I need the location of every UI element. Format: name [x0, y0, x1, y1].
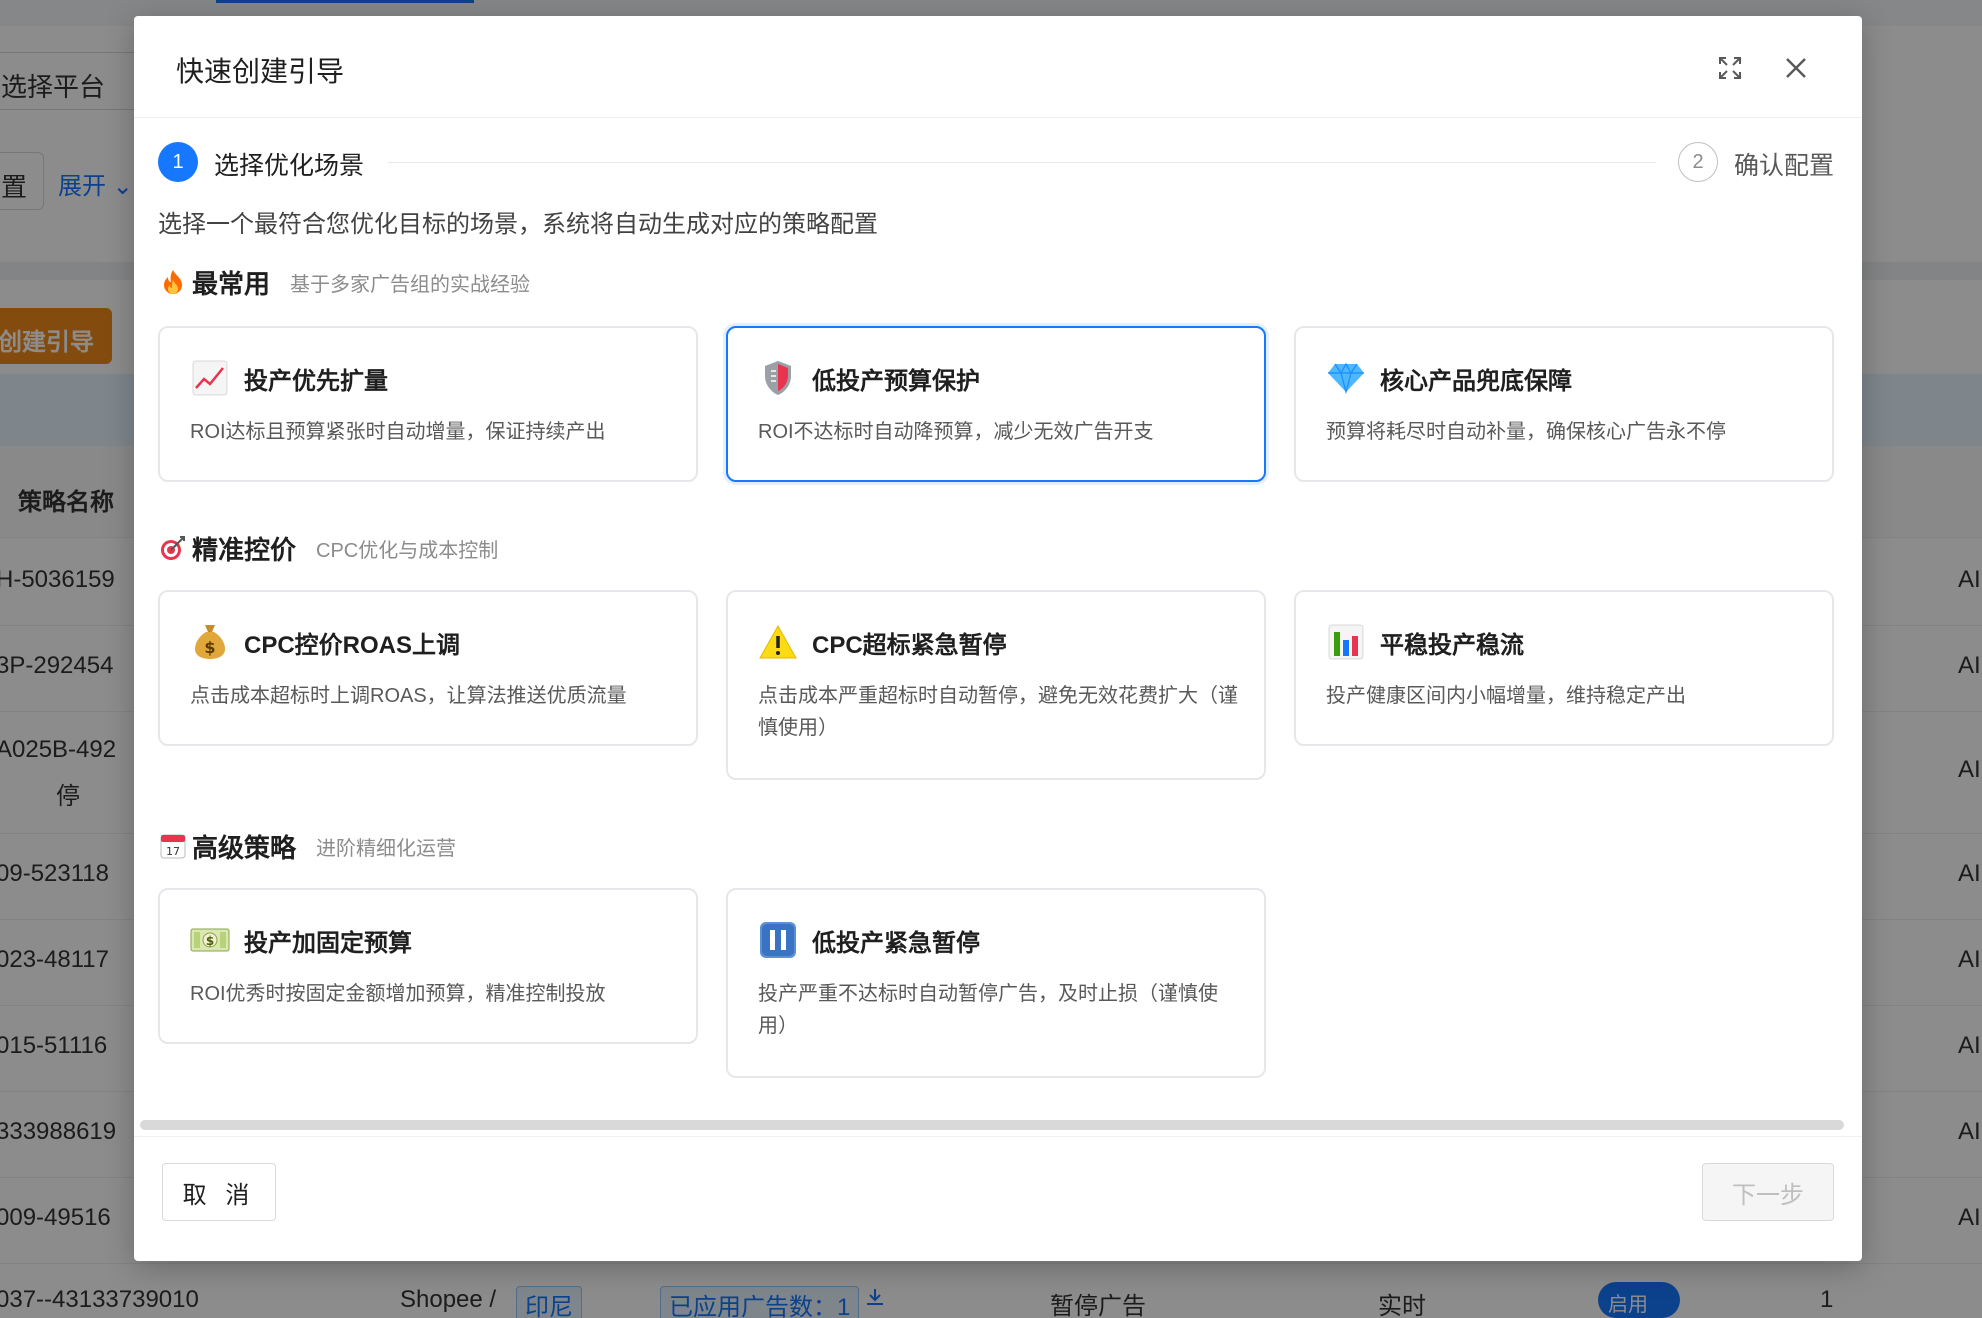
step-connector: [388, 162, 1656, 163]
diamond-icon: [1326, 358, 1366, 398]
section-header-precise-cpc: 精准控价 CPC优化与成本控制: [158, 530, 498, 566]
card-description: ROI不达标时自动降预算，减少无效广告开支: [758, 421, 1154, 443]
card-title: 投产优先扩量: [244, 367, 388, 395]
step-2-circle: 2: [1678, 142, 1718, 182]
scenario-card-stable-roi-flow[interactable]: 平稳投产稳流 投产健康区间内小幅增量，维持稳定产出: [1294, 590, 1834, 746]
section-subtitle: CPC优化与成本控制: [316, 539, 499, 562]
target-icon: [158, 533, 188, 563]
modal-header: 快速创建引导: [134, 16, 1862, 118]
card-title: CPC超标紧急暂停: [812, 631, 1007, 659]
fullscreen-icon[interactable]: [1708, 46, 1752, 90]
card-head: 低投产紧急暂停: [758, 918, 1264, 962]
card-title: 投产加固定预算: [244, 929, 412, 957]
section-title: 高级策略: [192, 832, 297, 863]
svg-text:$: $: [204, 638, 215, 657]
scenario-card-core-product-guarantee[interactable]: 核心产品兜底保障 预算将耗尽时自动补量，确保核心广告永不停: [1294, 326, 1834, 482]
scenario-card-cpc-emergency-pause[interactable]: CPC超标紧急暂停 点击成本严重超标时自动暂停，避免无效花费扩大（谨慎使用）: [726, 590, 1266, 780]
bar-chart-icon: [1326, 622, 1366, 662]
horizontal-scrollbar[interactable]: [140, 1120, 1844, 1130]
step-1-circle: 1: [158, 142, 198, 182]
card-title: 低投产预算保护: [812, 367, 980, 395]
card-head: 投产优先扩量: [190, 356, 696, 400]
section-header-advanced: 17 高级策略 进阶精细化运营: [158, 828, 456, 864]
dollar-bill-icon: $: [190, 920, 230, 960]
fire-icon: [158, 267, 188, 297]
card-head: $ 投产加固定预算: [190, 918, 696, 962]
card-description: 投产严重不达标时自动暂停广告，及时止损（谨慎使用）: [758, 983, 1218, 1037]
section-subtitle: 进阶精细化运营: [316, 837, 457, 860]
section-title: 最常用: [192, 268, 271, 299]
pause-icon: [758, 920, 798, 960]
money-bag-icon: $: [190, 622, 230, 662]
calendar-icon: 17: [158, 831, 188, 861]
section-header-common: 最常用 基于多家广告组的实战经验: [158, 264, 530, 300]
close-icon[interactable]: [1774, 46, 1818, 90]
card-title: 低投产紧急暂停: [812, 929, 980, 957]
step-1-label: 选择优化场景: [214, 152, 365, 180]
calendar-day: 17: [166, 845, 180, 858]
card-description: 预算将耗尽时自动补量，确保核心广告永不停: [1326, 421, 1726, 443]
section-title: 精准控价: [192, 534, 297, 565]
card-description: ROI优秀时按固定金额增加预算，精准控制投放: [190, 983, 606, 1005]
cancel-button[interactable]: 取 消: [162, 1163, 276, 1221]
card-description: 点击成本严重超标时自动暂停，避免无效花费扩大（谨慎使用）: [758, 685, 1238, 739]
card-head: CPC超标紧急暂停: [758, 620, 1264, 664]
card-head: 核心产品兜底保障: [1326, 356, 1832, 400]
card-head: 平稳投产稳流: [1326, 620, 1832, 664]
warning-icon: [758, 622, 798, 662]
card-title: 核心产品兜底保障: [1380, 367, 1572, 395]
card-title: 平稳投产稳流: [1380, 631, 1524, 659]
card-description: 投产健康区间内小幅增量，维持稳定产出: [1326, 685, 1686, 707]
steps-indicator: 1 选择优化场景 2 确认配置: [158, 142, 1838, 182]
svg-text:$: $: [206, 934, 214, 948]
scenario-card-low-roi-emergency-pause[interactable]: 低投产紧急暂停 投产严重不达标时自动暂停广告，及时止损（谨慎使用）: [726, 888, 1266, 1078]
next-step-button[interactable]: 下一步: [1702, 1163, 1834, 1221]
card-title: CPC控价ROAS上调: [244, 631, 461, 659]
step-2-label: 确认配置: [1734, 152, 1835, 180]
intro-text: 选择一个最符合您优化目标的场景，系统将自动生成对应的策略配置: [158, 211, 878, 238]
scenario-card-roi-fixed-budget[interactable]: $ 投产加固定预算 ROI优秀时按固定金额增加预算，精准控制投放: [158, 888, 698, 1044]
modal-footer: 取 消 下一步: [134, 1136, 1862, 1261]
scenario-card-roi-priority-scale[interactable]: 投产优先扩量 ROI达标且预算紧张时自动增量，保证持续产出: [158, 326, 698, 482]
shield-icon: [758, 358, 798, 398]
quick-create-guide-modal: 快速创建引导 1 选择优化场景 2 确认配置 选择一个最符合您优化目标的场景，系…: [134, 16, 1862, 1261]
section-subtitle: 基于多家广告组的实战经验: [290, 273, 531, 296]
modal-title: 快速创建引导: [176, 56, 345, 87]
scenario-card-low-roi-budget-protect[interactable]: 低投产预算保护 ROI不达标时自动降预算，减少无效广告开支: [726, 326, 1266, 482]
card-head: $ CPC控价ROAS上调: [190, 620, 696, 664]
card-description: 点击成本超标时上调ROAS，让算法推送优质流量: [190, 685, 627, 707]
card-description: ROI达标且预算紧张时自动增量，保证持续产出: [190, 421, 606, 443]
scenario-card-cpc-roas-raise[interactable]: $ CPC控价ROAS上调 点击成本超标时上调ROAS，让算法推送优质流量: [158, 590, 698, 746]
chart-up-icon: [190, 358, 230, 398]
card-head: 低投产预算保护: [758, 356, 1264, 400]
